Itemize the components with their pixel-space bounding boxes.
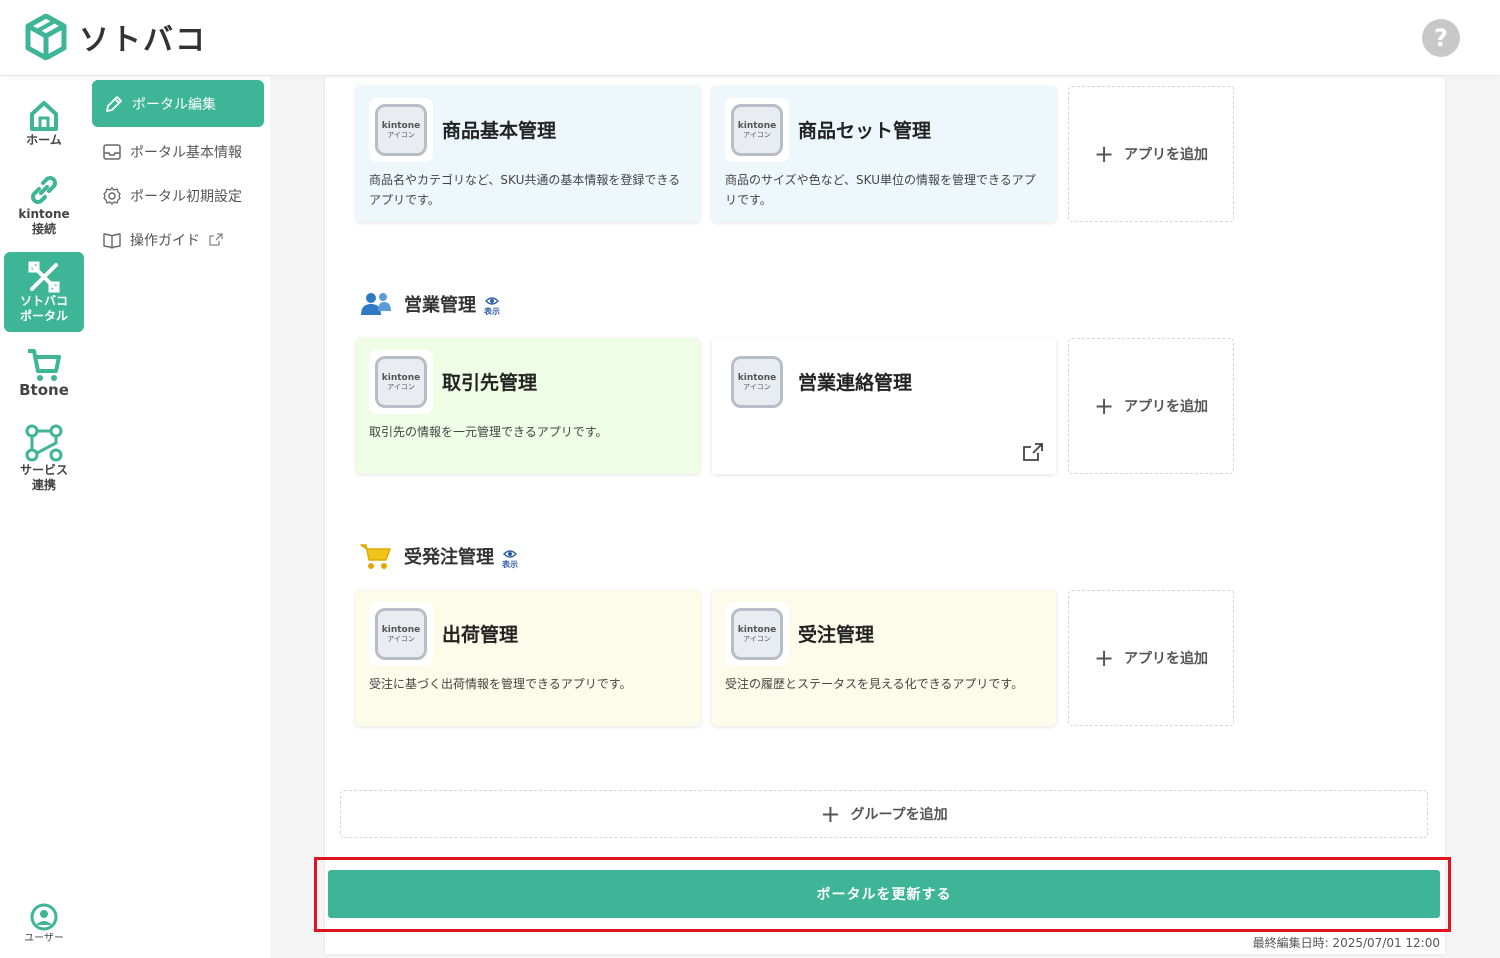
inbox-icon	[103, 144, 121, 160]
kintone-app-icon: kintone アイコン	[369, 350, 433, 414]
group-title: 営業管理	[404, 294, 476, 316]
service-connect-icon	[25, 424, 63, 462]
subnav-item-portal-edit[interactable]: ポータル編集	[92, 80, 264, 127]
app-card-clients[interactable]: kintone アイコン 取引先管理 取引先の情報を一元管理できるアプリです。	[356, 338, 700, 474]
kintone-app-icon: kintone アイコン	[725, 350, 789, 414]
add-group-button[interactable]: + グループを追加	[340, 790, 1428, 838]
external-link-icon	[209, 233, 223, 246]
app-card-title: 取引先管理	[442, 372, 538, 394]
home-icon	[30, 101, 58, 131]
subnav-label-basic-info: ポータル基本情報	[130, 145, 242, 161]
logo-text: ソトバコ	[79, 23, 207, 58]
group-title: 受発注管理	[404, 547, 494, 568]
app-header: ソトバコ ?	[0, 0, 1500, 76]
add-app-button[interactable]: + アプリを追加	[1068, 86, 1234, 222]
add-app-button[interactable]: + アプリを追加	[1068, 338, 1234, 474]
rail-item-btone[interactable]: Btone	[4, 347, 84, 407]
plus-icon: +	[820, 800, 841, 828]
people-icon	[361, 292, 391, 315]
app-card-title: 商品基本管理	[442, 120, 557, 142]
rail-item-user[interactable]: ユーザー	[4, 903, 84, 951]
subnav-label-guide: 操作ガイド	[130, 233, 200, 249]
update-portal-button[interactable]: ポータルを更新する	[328, 870, 1440, 918]
visibility-toggle[interactable]: 表示	[502, 549, 518, 570]
rail-label-kintone: kintone 接続	[18, 207, 70, 236]
app-card-title: 出荷管理	[442, 624, 519, 646]
visibility-toggle[interactable]: 表示	[484, 296, 500, 317]
subnav-item-initial-settings[interactable]: ポータル初期設定	[102, 186, 242, 206]
kintone-app-icon: kintone アイコン	[725, 98, 789, 162]
app-card-product-set[interactable]: kintone アイコン 商品セット管理 商品のサイズや色など、SKU単位の情報を…	[712, 86, 1056, 222]
plus-icon: +	[1093, 140, 1115, 168]
app-card-description: 商品名やカテゴリなど、SKU共通の基本情報を登録できるアプリです。	[369, 173, 681, 207]
rail-label-service: サービス 連携	[19, 463, 68, 492]
plus-icon: +	[1093, 392, 1115, 420]
kintone-app-icon: kintone アイコン	[369, 602, 433, 666]
rail-item-home[interactable]: ホーム	[4, 99, 84, 155]
group-header-orders: 受発注管理 表示	[360, 542, 518, 570]
subnav-item-guide[interactable]: 操作ガイド	[102, 230, 232, 250]
link-icon	[31, 176, 57, 204]
app-card-description: 受注の履歴とステータスを見える化できるアプリです。	[725, 677, 1024, 691]
add-app-button[interactable]: + アプリを追加	[1068, 590, 1234, 726]
group-header-sales: 営業管理 表示	[360, 290, 500, 317]
kintone-app-icon: kintone アイコン	[725, 602, 789, 666]
portal-subnav: ポータル編集 ポータル基本情報 ポータル初期設定 操作ガイド	[88, 77, 270, 958]
cube-logo-icon	[25, 14, 67, 60]
icon-rail: ホーム kintone 接続 ソトバコ ポータル Btone サービス 連携 ユ…	[0, 77, 88, 958]
app-card-description: 受注に基づく出荷情報を管理できるアプリです。	[369, 677, 632, 691]
subnav-item-basic-info[interactable]: ポータル基本情報	[102, 142, 242, 162]
app-card-description: 商品のサイズや色など、SKU単位の情報を管理できるアプリです。	[725, 173, 1036, 207]
app-card-product-basic[interactable]: kintone アイコン 商品基本管理 商品名やカテゴリなど、SKU共通の基本情報…	[356, 86, 700, 222]
shopping-cart-icon	[360, 544, 391, 569]
last-edited-timestamp: 最終編集日時: 2025/07/01 12:00	[1252, 936, 1440, 950]
portal-tools-icon	[28, 261, 60, 293]
rail-label-btone: Btone	[19, 381, 69, 399]
rail-item-service[interactable]: サービス 連携	[4, 423, 84, 497]
app-card-sales-contact[interactable]: kintone アイコン 営業連絡管理	[712, 338, 1056, 474]
eye-icon	[485, 297, 499, 305]
gear-icon	[103, 187, 121, 205]
eye-icon	[503, 549, 517, 558]
plus-icon: +	[1093, 644, 1115, 672]
app-card-title: 商品セット管理	[798, 120, 932, 142]
subnav-label-portal-edit: ポータル編集	[132, 96, 216, 113]
cart-icon	[28, 349, 61, 381]
app-card-shipping[interactable]: kintone アイコン 出荷管理 受注に基づく出荷情報を管理できるアプリです。	[356, 590, 700, 726]
app-card-title: 営業連絡管理	[798, 372, 913, 394]
rail-label-portal: ソトバコ ポータル	[19, 294, 68, 323]
app-card-title: 受注管理	[798, 624, 875, 646]
help-button[interactable]: ?	[1422, 19, 1460, 57]
rail-label-home: ホーム	[26, 133, 62, 147]
app-card-description: 取引先の情報を一元管理できるアプリです。	[369, 425, 608, 439]
app-card-orders[interactable]: kintone アイコン 受注管理 受注の履歴とステータスを見える化できるアプリで…	[712, 590, 1056, 726]
rail-item-kintone[interactable]: kintone 接続	[4, 173, 84, 243]
pencil-icon	[106, 95, 122, 112]
user-icon	[30, 903, 58, 931]
rail-item-sotobako-portal[interactable]: ソトバコ ポータル	[4, 252, 84, 332]
subnav-label-initial-settings: ポータル初期設定	[130, 189, 242, 205]
external-link-icon[interactable]	[1022, 442, 1044, 462]
book-icon	[103, 233, 121, 249]
rail-label-user: ユーザー	[24, 933, 64, 944]
kintone-app-icon: kintone アイコン	[369, 98, 433, 162]
sotobako-logo[interactable]: ソトバコ	[25, 14, 207, 60]
